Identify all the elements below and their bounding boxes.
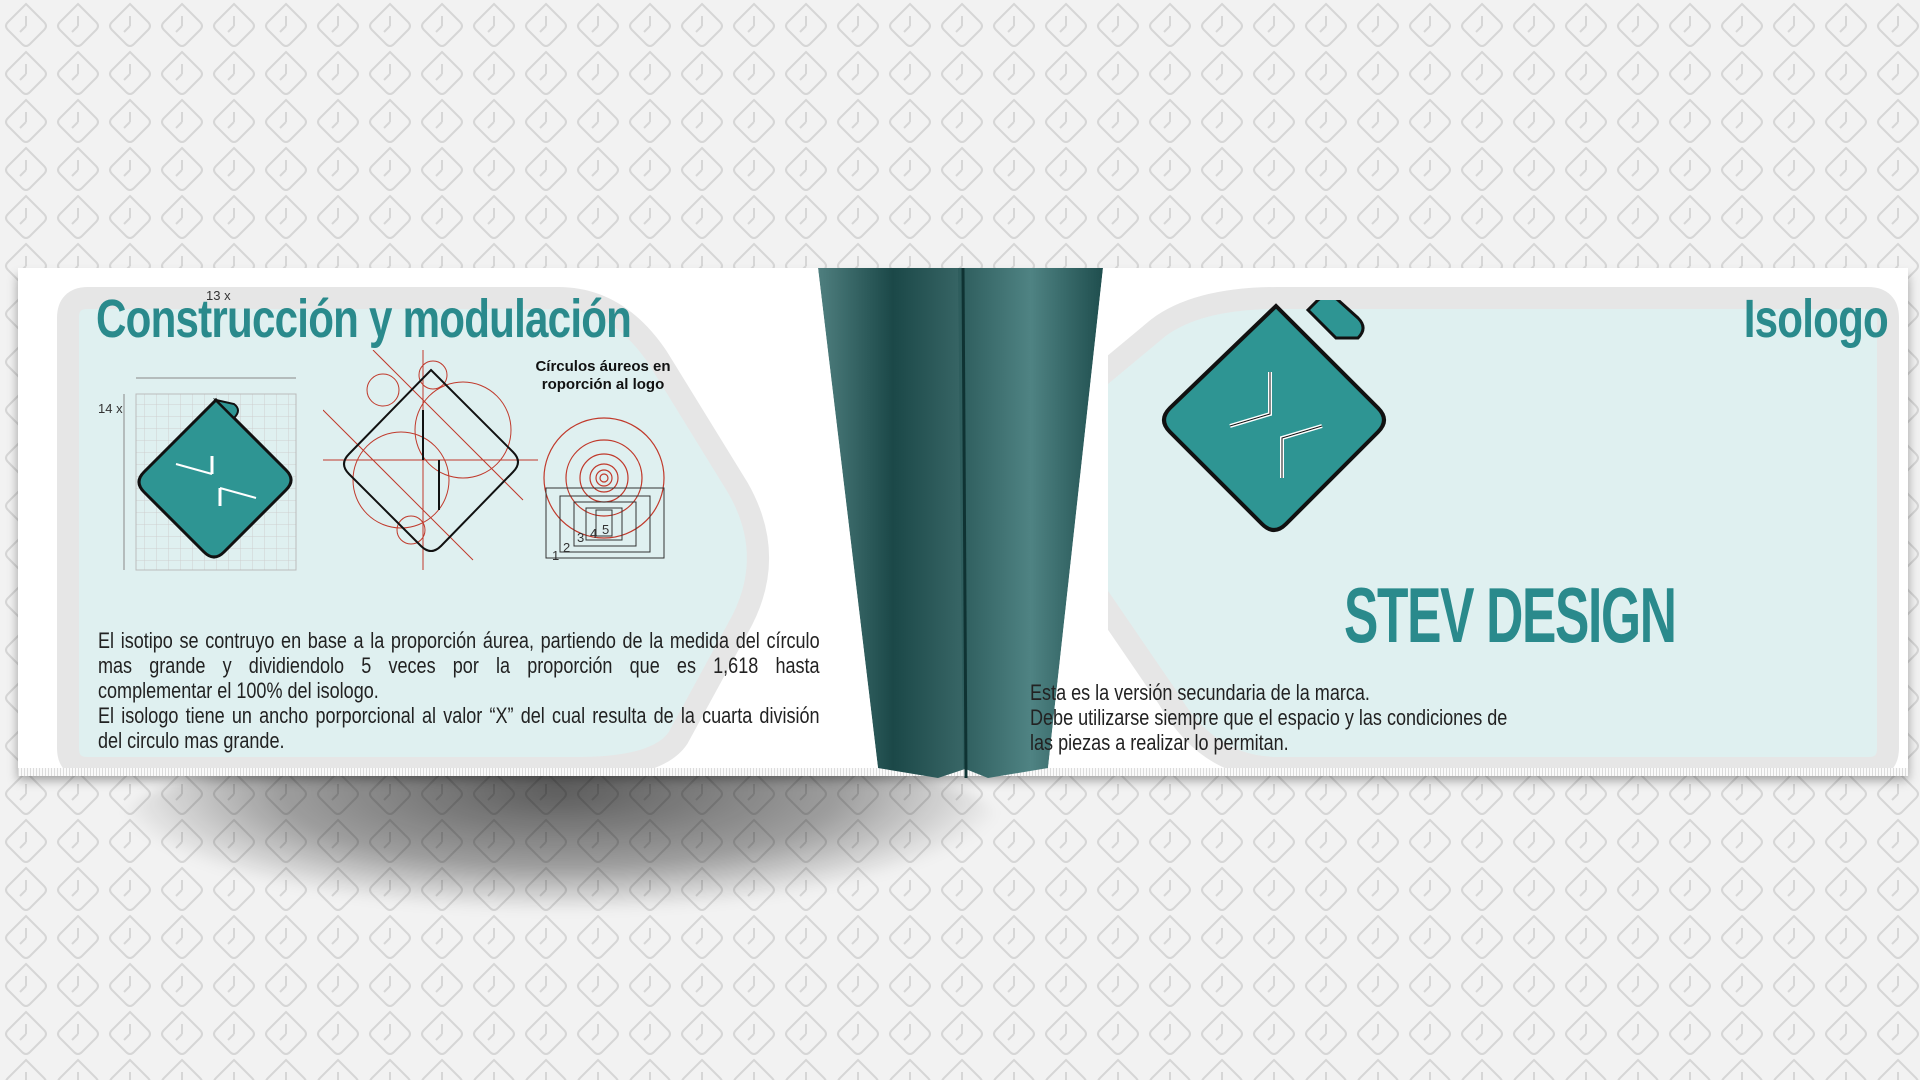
construction-grid	[123, 377, 297, 571]
paragraph-line: Debe utilizarse siempre que el espacio y…	[1030, 705, 1508, 730]
paragraph-line: Esta es la versión secundaria de la marc…	[1030, 680, 1370, 705]
grid-height-label: 14 x	[98, 401, 123, 416]
left-paragraph: El isotipo se contruyo en base a la prop…	[98, 628, 820, 753]
right-paragraph: Esta es la versión secundaria de la marc…	[1030, 680, 1507, 755]
paragraph-line: complementar el 100% del isologo.	[98, 678, 379, 703]
paragraph-line: mas grande y dividiendolo 5 veces por la…	[98, 653, 820, 678]
paragraph-line: las piezas a realizar lo permitan.	[1030, 730, 1289, 755]
golden-circles	[543, 417, 665, 559]
paragraph-line: del circulo mas grande.	[98, 728, 285, 753]
circles-caption: Círculos áureos en roporción al logo	[533, 358, 673, 394]
book-spread: Construcción y modulación 13 x 14 x Círc…	[18, 268, 1908, 779]
golden-construction-figure	[323, 350, 538, 570]
grid-width-label: 13 x	[206, 288, 231, 303]
stev-logo-icon	[1162, 300, 1386, 532]
circle-number: 1	[552, 548, 560, 563]
caption-line: Círculos áureos en	[535, 358, 671, 375]
paragraph-line: El isotipo se contruyo en base a la prop…	[98, 628, 820, 653]
circle-number: 3	[577, 530, 585, 545]
circle-number: 2	[563, 540, 571, 555]
page-title: Isologo	[1743, 289, 1889, 349]
page-title: Construcción y modulación	[96, 289, 632, 349]
brand-name: STEV DESIGN	[1344, 571, 1677, 659]
circle-number: 5	[602, 522, 610, 537]
caption-line: roporción al logo	[541, 376, 665, 393]
paragraph-line: El isologo tiene un ancho porporcional a…	[98, 703, 820, 728]
circle-number: 4	[590, 526, 598, 541]
